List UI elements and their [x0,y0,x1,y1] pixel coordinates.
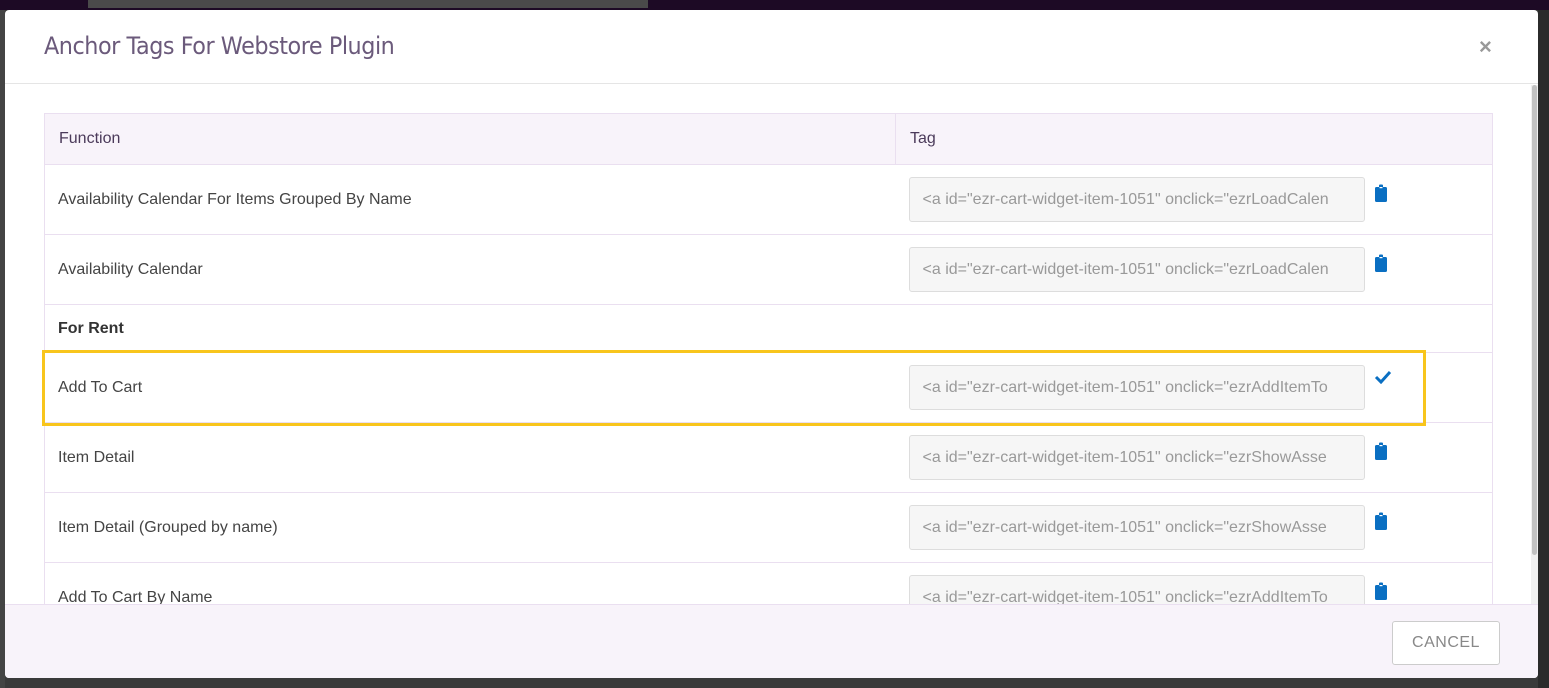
tag-cell: <a id="ezr-cart-widget-item-1051" onclic… [895,422,1493,493]
column-header-function: Function [44,113,896,165]
function-cell: Item Detail [44,422,896,493]
anchor-tags-modal: Anchor Tags For Webstore Plugin × Functi… [5,10,1538,678]
modal-header: Anchor Tags For Webstore Plugin × [5,10,1538,84]
tag-wrapper: <a id="ezr-cart-widget-item-1051" onclic… [908,575,1493,604]
scrollbar-thumb[interactable] [1532,85,1537,555]
table-row: Item Detail <a id="ezr-cart-widget-item-… [44,422,1493,493]
modal-body: Function Tag Availability Calendar For I… [5,85,1531,604]
backdrop [1538,10,1549,688]
table-row: Availability Calendar <a id="ezr-cart-wi… [44,234,1493,305]
tag-cell: <a id="ezr-cart-widget-item-1051" onclic… [895,234,1493,305]
tag-cell: <a id="ezr-cart-widget-item-1051" onclic… [895,492,1493,563]
table-row: Item Detail (Grouped by name) <a id="ezr… [44,492,1493,563]
modal-footer: CANCEL [5,604,1538,678]
background-search-bar [88,0,648,8]
group-label: For Rent [44,304,1493,353]
function-cell: Availability Calendar For Items Grouped … [44,164,896,235]
clipboard-icon[interactable] [1374,442,1388,460]
clipboard-icon[interactable] [1374,512,1388,530]
table-row: Add To Cart By Name <a id="ezr-cart-widg… [44,562,1493,604]
close-icon[interactable]: × [1479,34,1492,60]
function-cell: Item Detail (Grouped by name) [44,492,896,563]
table-group-row: For Rent [44,304,1493,353]
table-row: Availability Calendar For Items Grouped … [44,164,1493,235]
anchor-tags-table: Function Tag Availability Calendar For I… [44,113,1493,604]
tag-input[interactable]: <a id="ezr-cart-widget-item-1051" onclic… [908,247,1365,292]
tag-wrapper: <a id="ezr-cart-widget-item-1051" onclic… [908,505,1493,550]
tag-wrapper: <a id="ezr-cart-widget-item-1051" onclic… [908,177,1493,222]
clipboard-icon[interactable] [1374,582,1388,600]
function-cell: Add To Cart By Name [44,562,896,604]
table-row: Add To Cart <a id="ezr-cart-widget-item-… [44,352,1493,423]
tag-input[interactable]: <a id="ezr-cart-widget-item-1051" onclic… [908,365,1365,410]
tag-wrapper: <a id="ezr-cart-widget-item-1051" onclic… [908,435,1493,480]
tag-cell: <a id="ezr-cart-widget-item-1051" onclic… [895,562,1493,604]
cancel-button[interactable]: CANCEL [1392,621,1500,665]
tag-input[interactable]: <a id="ezr-cart-widget-item-1051" onclic… [908,575,1365,604]
check-icon[interactable] [1374,370,1392,388]
tag-cell: <a id="ezr-cart-widget-item-1051" onclic… [895,352,1493,423]
tag-cell: <a id="ezr-cart-widget-item-1051" onclic… [895,164,1493,235]
function-cell: Availability Calendar [44,234,896,305]
tag-input[interactable]: <a id="ezr-cart-widget-item-1051" onclic… [908,435,1365,480]
clipboard-icon[interactable] [1374,184,1388,202]
tag-input[interactable]: <a id="ezr-cart-widget-item-1051" onclic… [908,505,1365,550]
modal-title: Anchor Tags For Webstore Plugin [44,32,395,60]
scrollbar[interactable] [1531,85,1538,604]
clipboard-icon[interactable] [1374,254,1388,272]
function-cell: Add To Cart [44,352,896,423]
tag-wrapper: <a id="ezr-cart-widget-item-1051" onclic… [908,365,1493,410]
app-top-bar [0,0,1549,10]
column-header-tag: Tag [895,113,1493,165]
tag-input[interactable]: <a id="ezr-cart-widget-item-1051" onclic… [908,177,1365,222]
tag-wrapper: <a id="ezr-cart-widget-item-1051" onclic… [908,247,1493,292]
